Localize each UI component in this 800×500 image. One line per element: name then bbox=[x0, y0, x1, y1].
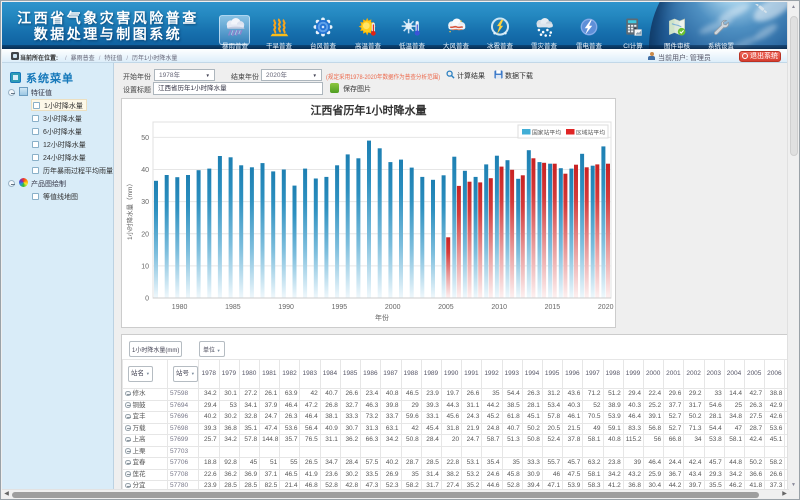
svg-text:1985: 1985 bbox=[225, 304, 241, 311]
svg-text:2020: 2020 bbox=[598, 304, 614, 311]
svg-text:2015: 2015 bbox=[545, 304, 561, 311]
svg-text:2000: 2000 bbox=[385, 304, 401, 311]
svg-text:1990: 1990 bbox=[278, 304, 294, 311]
svg-text:2010: 2010 bbox=[491, 304, 507, 311]
svg-text:1980: 1980 bbox=[172, 304, 188, 311]
svg-text:10: 10 bbox=[141, 263, 149, 270]
svg-text:50: 50 bbox=[141, 135, 149, 142]
svg-text:年份: 年份 bbox=[375, 313, 389, 322]
svg-text:30: 30 bbox=[141, 199, 149, 206]
svg-text:1995: 1995 bbox=[332, 304, 348, 311]
svg-text:1小时降水量（mm）: 1小时降水量（mm） bbox=[125, 180, 134, 240]
svg-text:20: 20 bbox=[141, 231, 149, 238]
svg-text:40: 40 bbox=[141, 167, 149, 174]
svg-text:区域站平均: 区域站平均 bbox=[576, 129, 605, 137]
svg-text:国家站平均: 国家站平均 bbox=[532, 129, 561, 137]
svg-text:0: 0 bbox=[145, 296, 149, 303]
svg-text:2005: 2005 bbox=[438, 304, 454, 311]
